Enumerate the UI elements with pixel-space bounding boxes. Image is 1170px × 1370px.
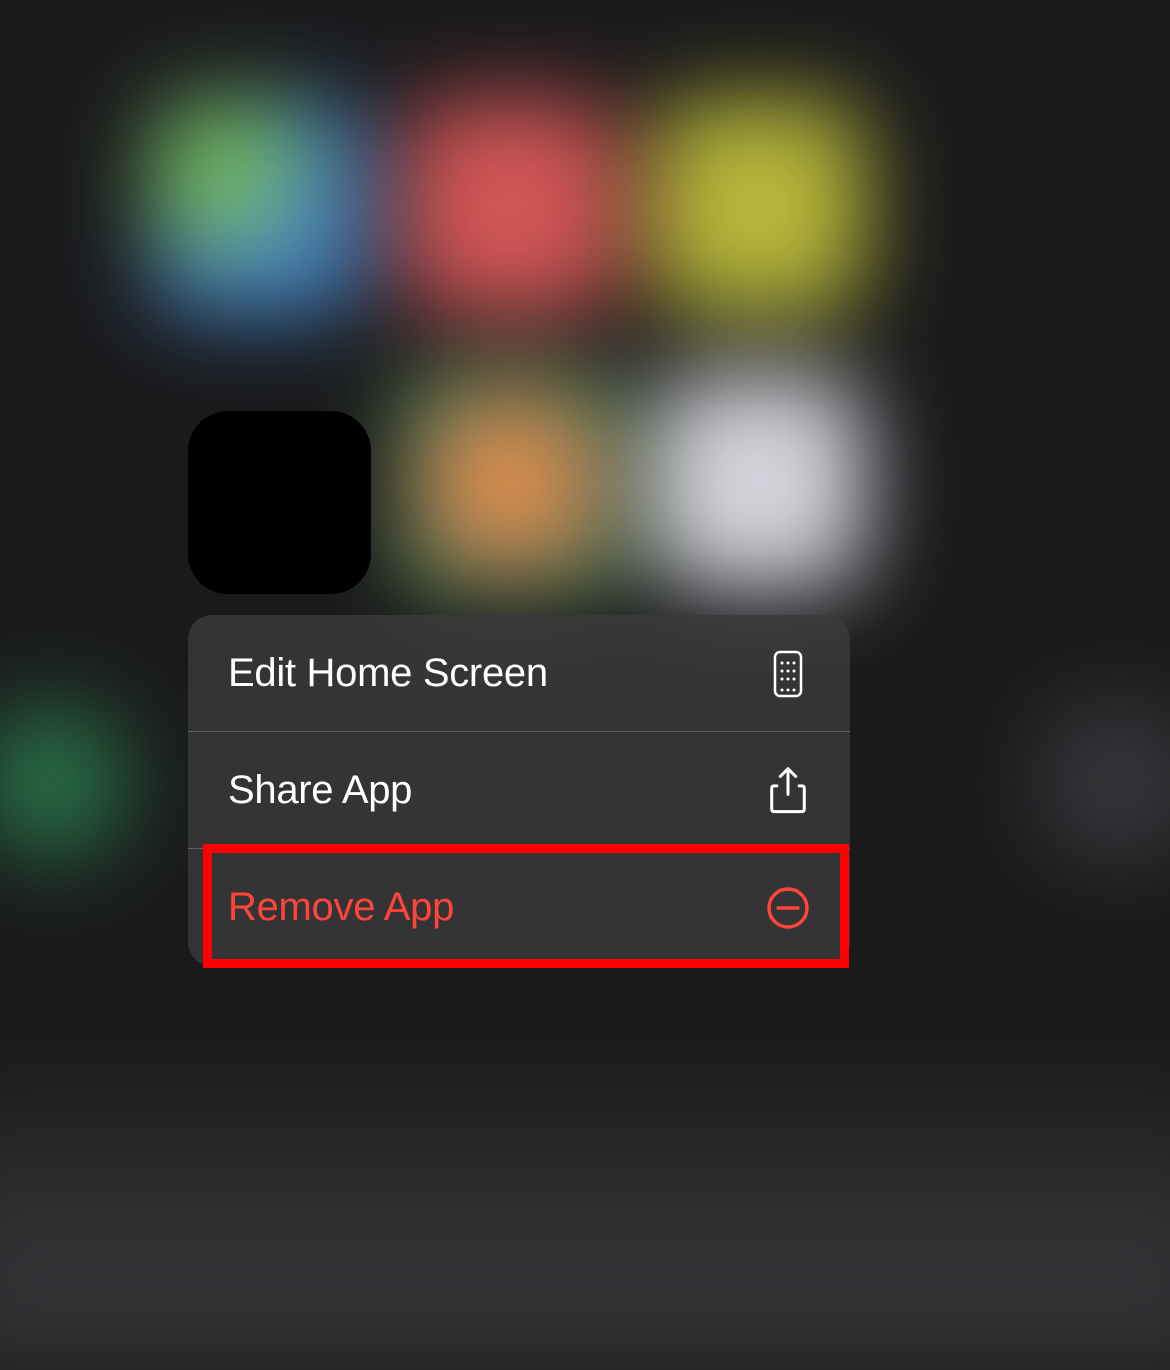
edit-home-screen-menu-item[interactable]: Edit Home Screen	[188, 615, 850, 732]
share-app-menu-item[interactable]: Share App	[188, 732, 850, 849]
minus-circle-icon	[766, 884, 810, 932]
menu-item-label: Share App	[228, 768, 412, 813]
selected-app-icon[interactable]	[188, 411, 371, 594]
menu-item-label: Remove App	[228, 885, 454, 930]
share-icon	[766, 767, 810, 815]
remove-app-menu-item[interactable]: Remove App	[188, 849, 850, 966]
app-context-menu: Edit Home Screen Share App	[188, 615, 850, 966]
home-screen-grid-icon	[766, 650, 810, 698]
menu-item-label: Edit Home Screen	[228, 651, 548, 696]
